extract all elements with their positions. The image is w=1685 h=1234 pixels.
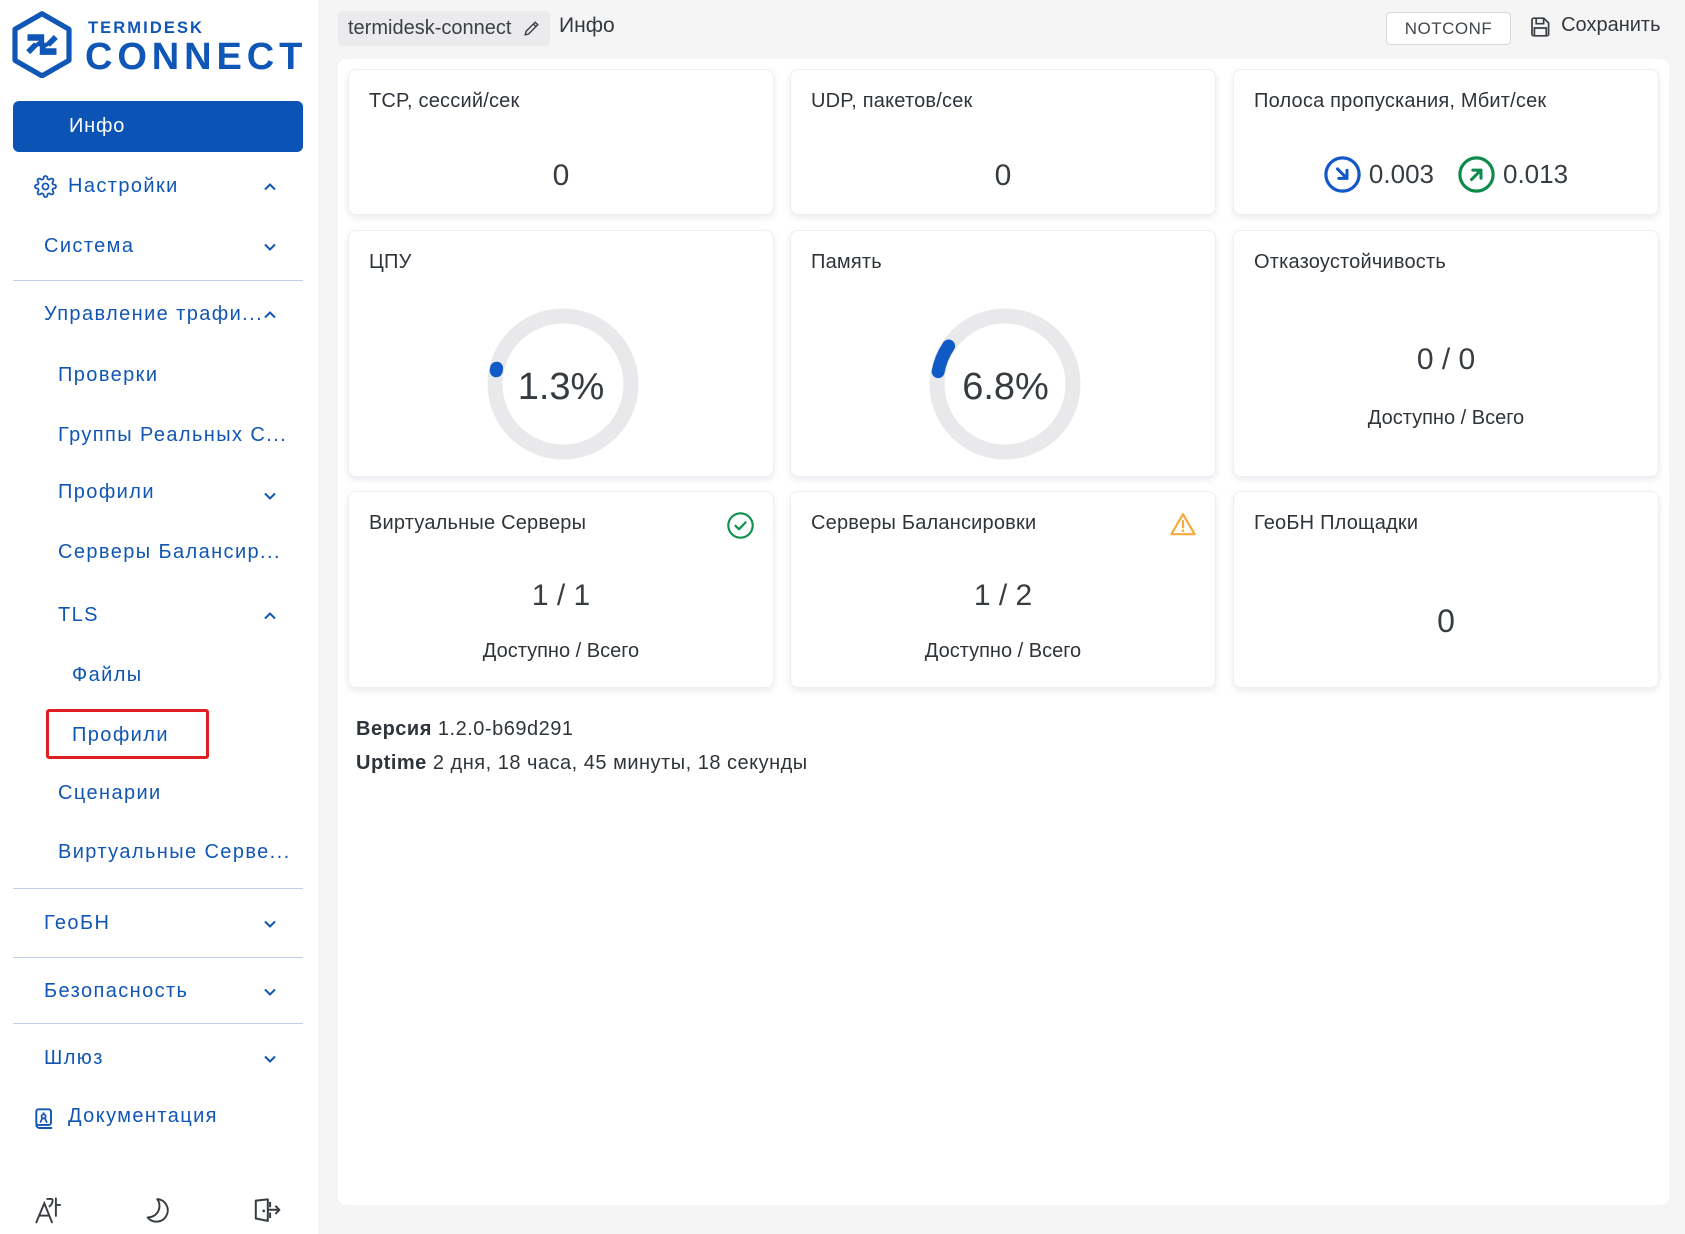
svg-text:6.8%: 6.8% [962, 366, 1049, 408]
svg-text:1.3%: 1.3% [518, 366, 605, 408]
